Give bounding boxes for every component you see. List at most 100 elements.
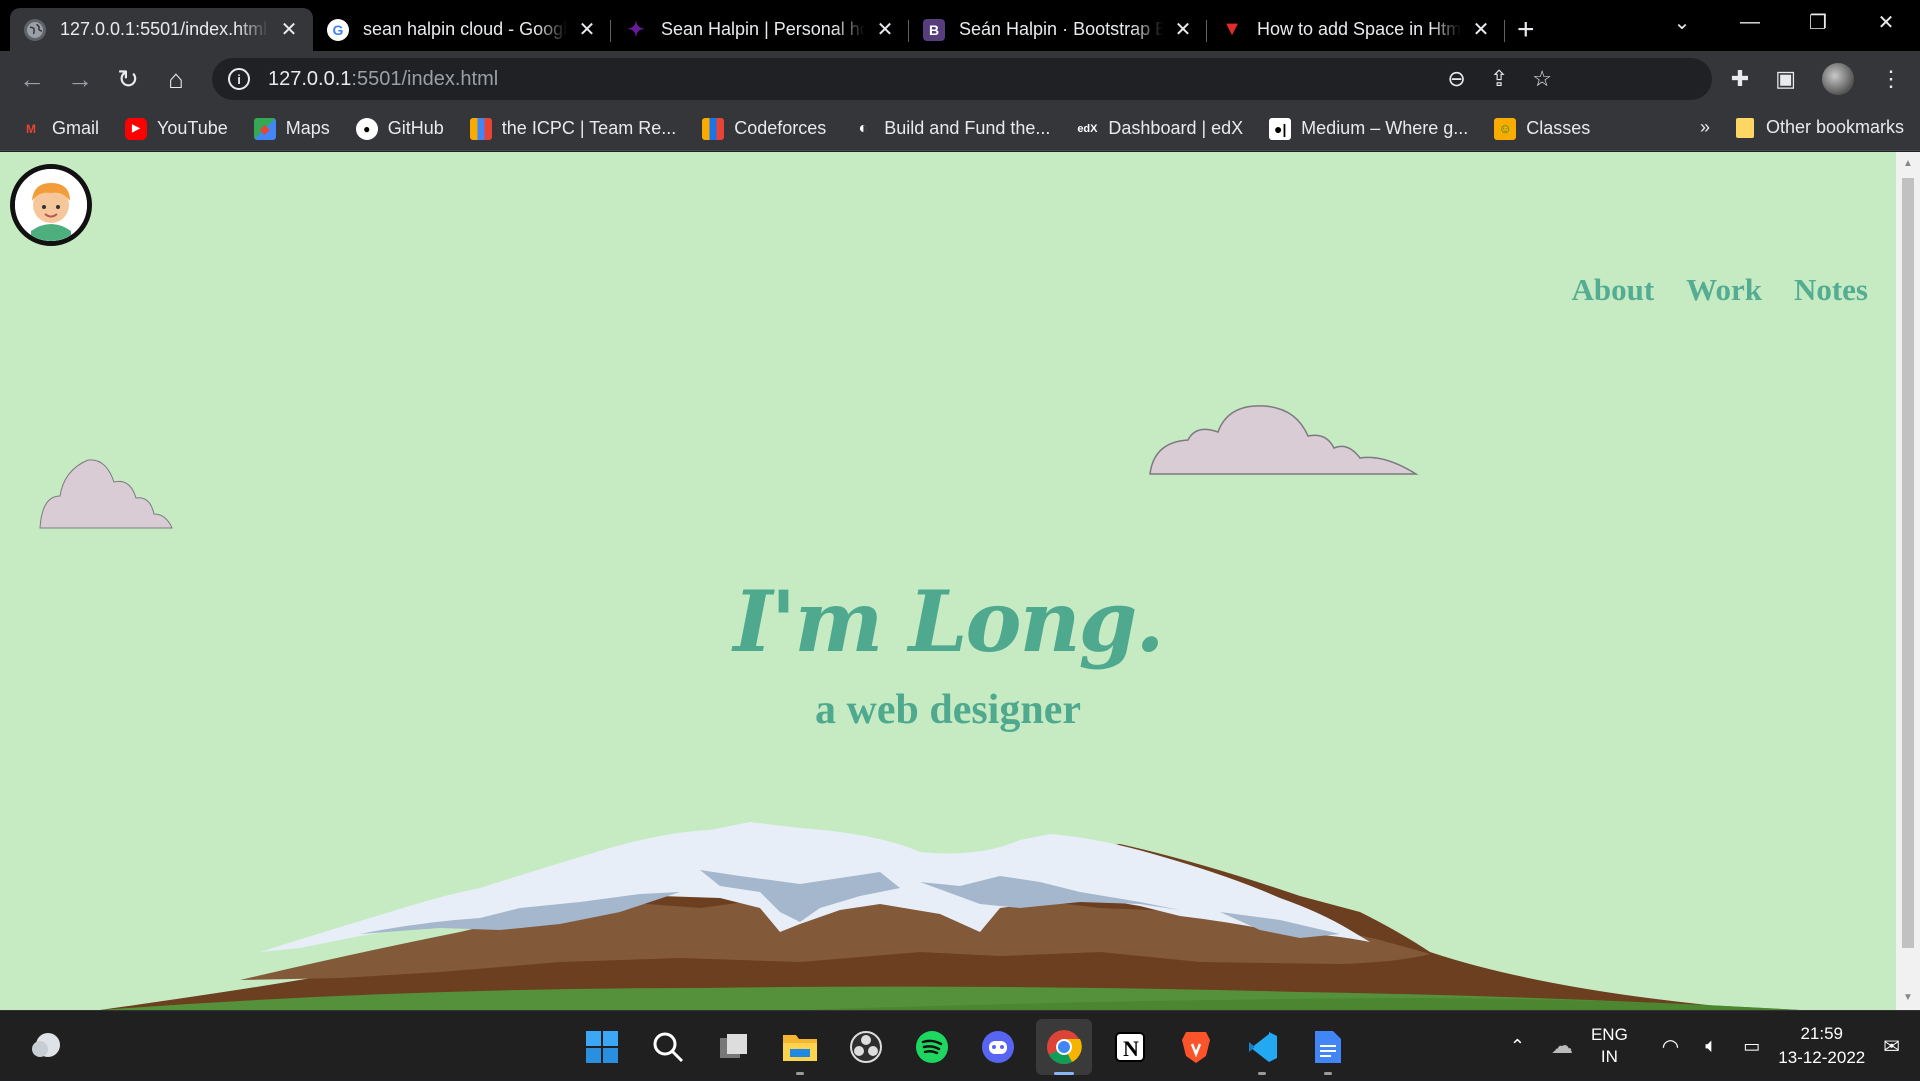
tab-google[interactable]: G sean halpin cloud - Google ✕ <box>313 8 611 51</box>
scrollbar-thumb[interactable] <box>1902 178 1914 948</box>
start-icon[interactable] <box>574 1019 630 1075</box>
bookmark-classes[interactable]: ☺ Classes <box>1494 117 1590 140</box>
folder-icon <box>1735 117 1754 138</box>
bookmark-medium[interactable]: ●| Medium – Where g... <box>1269 117 1468 140</box>
url-host: 127.0.0.1 <box>268 67 352 90</box>
youtube-icon: ▶ <box>125 117 148 140</box>
chrome-icon[interactable] <box>1036 1019 1092 1075</box>
medium-icon: ●| <box>1269 117 1292 140</box>
classroom-icon: ☺ <box>1494 117 1517 140</box>
region-code: IN <box>1600 1047 1618 1066</box>
bookmarks-overflow-button[interactable]: » <box>1700 117 1710 138</box>
forward-icon[interactable]: → <box>56 55 104 103</box>
bookmark-star-icon[interactable]: ☆ <box>1532 66 1552 92</box>
search-icon[interactable] <box>640 1019 696 1075</box>
language-indicator[interactable]: ENG IN <box>1591 1024 1628 1068</box>
gitcoin-icon: ◐ <box>858 119 869 137</box>
site-info-icon[interactable]: i <box>228 68 250 90</box>
new-tab-button[interactable]: + <box>1517 8 1557 51</box>
tab-html-space[interactable]: ▼ How to add Space in Html ✕ <box>1207 8 1505 51</box>
bookmark-label: Gmail <box>52 118 100 138</box>
bookmark-label: the ICPC | Team Re... <box>501 118 677 138</box>
browser-toolbar: ← → ↻ ⌂ i 127.0.0.1:5501/index.html ⊖ ⇪ … <box>0 51 1920 107</box>
vscode-icon[interactable] <box>1234 1019 1290 1075</box>
lang-code: ENG <box>1590 1025 1628 1044</box>
file-explorer-icon[interactable] <box>772 1019 828 1075</box>
codeforces-icon <box>702 117 725 140</box>
tab-sean-halpin-home[interactable]: ✦ Sean Halpin | Personal home ✕ <box>611 8 909 51</box>
main-nav: About Work Notes <box>1571 272 1868 308</box>
nav-work-link[interactable]: Work <box>1686 272 1762 308</box>
hero-subtitle: a web designer <box>815 687 1081 733</box>
bookmark-gitcoin[interactable]: ◐ Build and Fund the... <box>852 118 1050 140</box>
maps-icon: ◆ <box>253 117 276 140</box>
bookmark-edx[interactable]: edX Dashboard | edX <box>1076 118 1243 140</box>
clock-time: 21:59 <box>1800 1024 1844 1043</box>
minimize-icon[interactable]: — <box>1716 0 1784 44</box>
bookmark-github[interactable]: ● GitHub <box>355 117 444 140</box>
obs-icon[interactable] <box>838 1019 894 1075</box>
zoom-icon[interactable]: ⊖ <box>1447 66 1465 92</box>
onedrive-icon[interactable]: ☁ <box>1551 1033 1573 1059</box>
close-icon[interactable]: ✕ <box>1471 17 1491 42</box>
bookmark-gmail[interactable]: M Gmail <box>20 118 99 140</box>
tab-title: sean halpin cloud - Google <box>363 19 567 39</box>
scroll-down-icon[interactable]: ▼ <box>1902 992 1914 1004</box>
bookmark-codeforces[interactable]: Codeforces <box>702 117 827 140</box>
battery-icon[interactable]: ▭ <box>1743 1036 1760 1057</box>
url-path: :5501/index.html <box>351 67 499 90</box>
share-icon[interactable]: ⇪ <box>1490 66 1508 92</box>
weather-icon[interactable] <box>28 1027 64 1063</box>
notification-icon[interactable]: ✉ <box>1883 1034 1900 1059</box>
extensions-icon[interactable]: ✚ <box>1731 66 1749 92</box>
docs-icon[interactable] <box>1300 1019 1356 1075</box>
toolbar-right: ✚ ▣ ⋮ <box>1731 51 1902 107</box>
window-controls: ⌄ — ❐ ✕ <box>1648 0 1920 44</box>
other-bookmarks-label: Other bookmarks <box>1765 117 1904 137</box>
hero-title: I'm Long. <box>733 572 1164 671</box>
restore-icon[interactable]: ❐ <box>1784 0 1852 44</box>
brave-icon[interactable] <box>1168 1019 1224 1075</box>
gmail-icon: M <box>26 121 36 136</box>
site-icon: ✦ <box>627 19 645 41</box>
side-panel-icon[interactable]: ▣ <box>1775 66 1796 92</box>
close-icon[interactable]: ✕ <box>279 17 299 42</box>
task-view-icon[interactable] <box>706 1019 762 1075</box>
discord-icon[interactable] <box>970 1019 1026 1075</box>
bookmark-maps[interactable]: ◆ Maps <box>253 117 330 140</box>
home-icon[interactable]: ⌂ <box>152 55 200 103</box>
tab-title: Sean Halpin | Personal home <box>661 19 865 39</box>
profile-avatar[interactable] <box>1822 63 1854 95</box>
chevron-up-icon[interactable]: ⌃ <box>1510 1036 1525 1057</box>
scroll-up-icon[interactable]: ▲ <box>1902 158 1914 170</box>
close-icon[interactable]: ✕ <box>875 17 895 42</box>
address-bar[interactable]: i 127.0.0.1:5501/index.html ⊖ ⇪ ☆ <box>212 58 1712 100</box>
nav-about-link[interactable]: About <box>1571 272 1654 308</box>
bookmark-label: Codeforces <box>734 118 827 138</box>
other-bookmarks-folder[interactable]: Other bookmarks <box>1735 117 1904 138</box>
menu-icon[interactable]: ⋮ <box>1880 66 1902 92</box>
notion-icon[interactable]: N <box>1102 1019 1158 1075</box>
edx-icon: edX <box>1077 122 1098 135</box>
bookmark-youtube[interactable]: ▶ YouTube <box>125 117 228 140</box>
volume-icon[interactable]: 🔈︎ <box>1705 1035 1717 1058</box>
reload-icon[interactable]: ↻ <box>104 55 152 103</box>
close-window-icon[interactable]: ✕ <box>1852 0 1920 44</box>
back-icon[interactable]: ← <box>8 55 56 103</box>
nav-notes-link[interactable]: Notes <box>1794 272 1868 308</box>
spotify-icon[interactable] <box>904 1019 960 1075</box>
tab-bootstrap[interactable]: B Seán Halpin · Bootstrap Ex ✕ <box>909 8 1207 51</box>
tab-title: Seán Halpin · Bootstrap Ex <box>959 19 1163 39</box>
clock[interactable]: 21:59 13-12-2022 <box>1778 1022 1865 1070</box>
tab-search-icon[interactable]: ⌄ <box>1648 0 1716 44</box>
page-scrollbar[interactable]: ▲ ▼ <box>1896 152 1920 1010</box>
close-icon[interactable]: ✕ <box>1173 17 1193 42</box>
close-icon[interactable]: ✕ <box>577 17 597 42</box>
site-logo-avatar[interactable] <box>10 164 92 246</box>
tab-localhost[interactable]: 127.0.0.1:5501/index.html ✕ <box>10 8 313 51</box>
bookmark-label: YouTube <box>157 118 228 138</box>
wifi-icon[interactable]: ◠ <box>1662 1034 1679 1059</box>
bookmark-label: GitHub <box>387 118 444 138</box>
bookmark-icpc[interactable]: the ICPC | Team Re... <box>469 117 677 140</box>
bookmarks-bar: M Gmail ▶ YouTube ◆ Maps ● GitHub the ICPC |… <box>0 107 1920 151</box>
